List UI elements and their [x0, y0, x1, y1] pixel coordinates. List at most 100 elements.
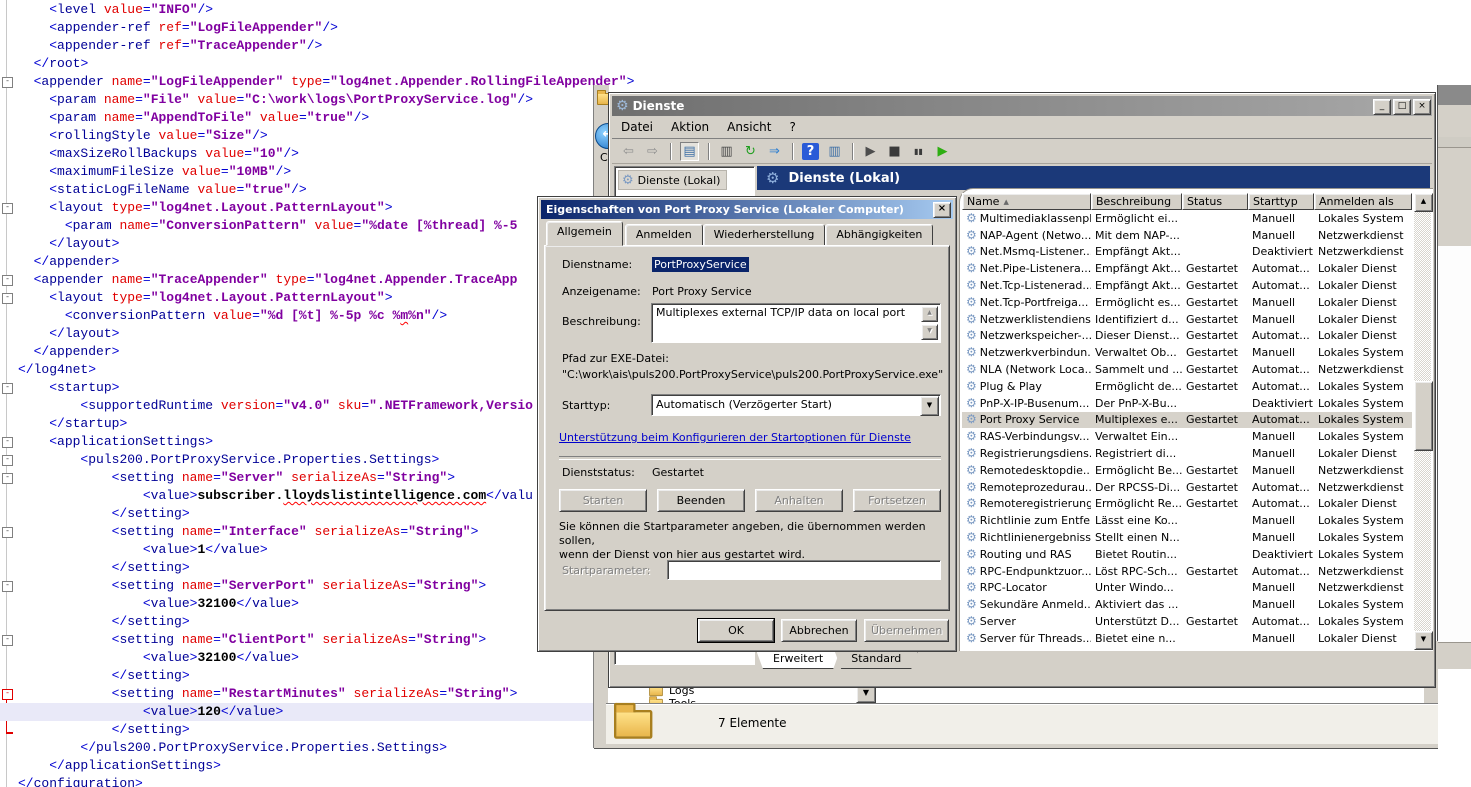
back-icon[interactable]: ⇦: [620, 143, 637, 160]
service-row[interactable]: ⚙ServerUnterstützt D...GestartetAutomat.…: [962, 613, 1412, 630]
menu-item-?[interactable]: ?: [780, 118, 804, 136]
column-header-status[interactable]: Status: [1182, 193, 1248, 210]
code-line[interactable]: <maxSizeRollBackups value="10"/>: [18, 145, 634, 163]
minimize-button[interactable]: _: [1373, 99, 1391, 115]
scroll-up-icon[interactable]: ▲: [1414, 193, 1433, 212]
dialog-close-icon[interactable]: ×: [933, 202, 951, 218]
service-row[interactable]: ⚙PnP-X-IP-Busenum...Der PnP-X-Bu...Deakt…: [962, 395, 1412, 412]
start-service-icon[interactable]: ▶: [862, 143, 879, 160]
column-header-name[interactable]: Name▲: [962, 193, 1091, 210]
code-line[interactable]: <rollingStyle value="Size"/>: [18, 127, 634, 145]
service-row[interactable]: ⚙RemoteregistrierungErmöglicht Re...Gest…: [962, 496, 1412, 513]
code-line[interactable]: <value>120</value>: [0, 703, 612, 721]
service-row[interactable]: ⚙Richtlinienergebniss...Stellt einen N..…: [962, 529, 1412, 546]
code-line[interactable]: <level value="INFO"/>: [18, 1, 634, 19]
service-row[interactable]: ⚙RPC-LocatorUnter Windo...ManuellNetzwer…: [962, 580, 1412, 597]
fold-collapse-icon[interactable]: -: [2, 437, 13, 448]
forward-icon[interactable]: ⇨: [644, 143, 661, 160]
code-line[interactable]: <appender name="LogFileAppender" type="l…: [18, 73, 634, 91]
fold-collapse-icon[interactable]: -: [2, 635, 13, 646]
code-line[interactable]: <appender-ref ref="TraceAppender"/>: [18, 37, 634, 55]
tab-abhängigkeiten[interactable]: Abhängigkeiten: [825, 224, 933, 246]
service-row[interactable]: ⚙Net.Pipe-Listenera...Empfängt Akt...Ges…: [962, 260, 1412, 277]
code-line[interactable]: </applicationSettings>: [18, 757, 634, 775]
service-row[interactable]: ⚙Plug & PlayErmöglicht de...GestartetAut…: [962, 378, 1412, 395]
service-row[interactable]: ⚙Remoteprozedurau...Der RPCSS-Di...Gesta…: [962, 479, 1412, 496]
service-row[interactable]: ⚙NLA (Network Loca...Sammelt und ...Gest…: [962, 361, 1412, 378]
fold-collapse-icon[interactable]: -: [2, 527, 13, 538]
tab-wiederherstellung[interactable]: Wiederherstellung: [703, 224, 826, 246]
close-button[interactable]: ×: [1413, 99, 1431, 115]
services-scrollbar[interactable]: ▲ ▼: [1414, 193, 1431, 650]
service-row[interactable]: ⚙Netzwerkspeicher-...Dieser Dienst...Ges…: [962, 328, 1412, 345]
service-row[interactable]: ⚙Richtlinie zum Entfe...Lässt eine Ko...…: [962, 512, 1412, 529]
dialog-titlebar[interactable]: Eigenschaften von Port Proxy Service (Lo…: [541, 200, 953, 219]
service-row[interactable]: ⚙Port Proxy ServiceMultiplexes e...Gesta…: [962, 412, 1412, 429]
startup-options-help-link[interactable]: Unterstützung beim Konfigurieren der Sta…: [559, 431, 911, 444]
service-row[interactable]: ⚙Net.Tcp-Listenerad...Empfängt Akt...Ges…: [962, 277, 1412, 294]
fold-collapse-icon[interactable]: -: [2, 455, 13, 466]
description-scroll-up-icon[interactable]: ▲: [921, 306, 938, 322]
code-line[interactable]: </setting>: [18, 667, 634, 685]
service-row[interactable]: ⚙Net.Msmq-Listener...Empfängt Akt...Deak…: [962, 244, 1412, 261]
fold-collapse-icon[interactable]: -: [2, 275, 13, 286]
fold-collapse-icon[interactable]: -: [2, 383, 13, 394]
code-line[interactable]: <maximumFileSize value="10MB"/>: [18, 163, 634, 181]
fold-collapse-icon[interactable]: -: [2, 203, 13, 214]
code-line[interactable]: </setting>: [18, 721, 634, 739]
service-row[interactable]: ⚙RPC-Endpunktzuor...Löst RPC-Sch...Gesta…: [962, 563, 1412, 580]
maximize-button[interactable]: □: [1393, 99, 1411, 115]
pause-service-icon[interactable]: ▮▮: [910, 143, 927, 160]
services-titlebar[interactable]: ⚙ Dienste: [612, 96, 1432, 116]
service-row[interactable]: ⚙RAS-Verbindungsv...Verwaltet Ein...Manu…: [962, 428, 1412, 445]
extended-view-icon[interactable]: ▥: [826, 143, 843, 160]
show-console-tree-icon[interactable]: ▤: [680, 142, 699, 161]
fold-collapse-icon[interactable]: -: [2, 77, 13, 88]
active-fold-marker[interactable]: -: [2, 689, 13, 700]
explorer-back-button[interactable]: ←: [595, 123, 609, 149]
tree-item-dienste-lokal[interactable]: ⚙ Dienste (Lokal): [618, 170, 727, 190]
service-row[interactable]: ⚙Net.Tcp-Portfreiga...Ermöglicht es...Ge…: [962, 294, 1412, 311]
tab-allgemein[interactable]: Allgemein: [546, 221, 623, 246]
code-line[interactable]: </root>: [18, 55, 634, 73]
menu-item-ansicht[interactable]: Ansicht: [718, 118, 780, 136]
bernehmen-button[interactable]: Übernehmen: [864, 619, 949, 642]
service-row[interactable]: ⚙Multimediaklassenpl...Ermöglicht ei...M…: [962, 210, 1412, 227]
fold-collapse-icon[interactable]: -: [2, 293, 13, 304]
scrollbar-thumb[interactable]: [1414, 381, 1433, 451]
description-field[interactable]: Multiplexes external TCP/IP data on loca…: [651, 303, 941, 343]
beenden-button[interactable]: Beenden: [657, 489, 745, 512]
anhalten-button[interactable]: Anhalten: [755, 489, 843, 512]
service-row[interactable]: ⚙NAP-Agent (Netwo...Mit dem NAP-...Manue…: [962, 227, 1412, 244]
restart-service-icon[interactable]: ▶: [934, 143, 951, 160]
code-line[interactable]: </puls200.PortProxyService.Properties.Se…: [18, 739, 634, 757]
fold-collapse-icon[interactable]: -: [2, 473, 13, 484]
code-line[interactable]: <param name="AppendToFile" value="true"/…: [18, 109, 634, 127]
combo-dropdown-icon[interactable]: ▼: [920, 396, 939, 416]
code-line[interactable]: </configuration>: [18, 775, 634, 787]
abbrechen-button[interactable]: Abbrechen: [781, 619, 857, 642]
menu-item-datei[interactable]: Datei: [612, 118, 662, 136]
fortsetzen-button[interactable]: Fortsetzen: [853, 489, 941, 512]
view-tab-standard[interactable]: Standard: [834, 650, 918, 669]
tab-anmelden[interactable]: Anmelden: [625, 224, 703, 246]
code-line[interactable]: <param name="File" value="C:\work\logs\P…: [18, 91, 634, 109]
column-header-anmeldenals[interactable]: Anmelden als: [1314, 193, 1412, 210]
stop-service-icon[interactable]: ■: [886, 143, 903, 160]
fold-collapse-icon[interactable]: -: [2, 581, 13, 592]
service-row[interactable]: ⚙Registrierungsdiens...Registriert di...…: [962, 445, 1412, 462]
service-row[interactable]: ⚙Remotedesktopdie...Ermöglicht Be...Gest…: [962, 462, 1412, 479]
export-list-icon[interactable]: ⇒: [766, 143, 783, 160]
startparams-input[interactable]: [667, 560, 941, 580]
help-icon[interactable]: ?: [802, 143, 819, 160]
code-line[interactable]: <setting name="RestartMinutes" serialize…: [18, 685, 634, 703]
service-row[interactable]: ⚙NetzwerklistendienstIdentifiziert d...G…: [962, 311, 1412, 328]
view-tab-erweitert[interactable]: Erweitert: [756, 650, 840, 669]
menu-item-aktion[interactable]: Aktion: [662, 118, 718, 136]
scroll-down-icon[interactable]: ▼: [1414, 631, 1433, 650]
service-row[interactable]: ⚙Server für Threads...Bietet eine n...Ma…: [962, 630, 1412, 647]
refresh-icon[interactable]: ↻: [742, 143, 759, 160]
column-header-beschreibung[interactable]: Beschreibung: [1091, 193, 1182, 210]
startup-type-select[interactable]: Automatisch (Verzögerter Start) ▼: [651, 394, 941, 416]
starten-button[interactable]: Starten: [559, 489, 647, 512]
